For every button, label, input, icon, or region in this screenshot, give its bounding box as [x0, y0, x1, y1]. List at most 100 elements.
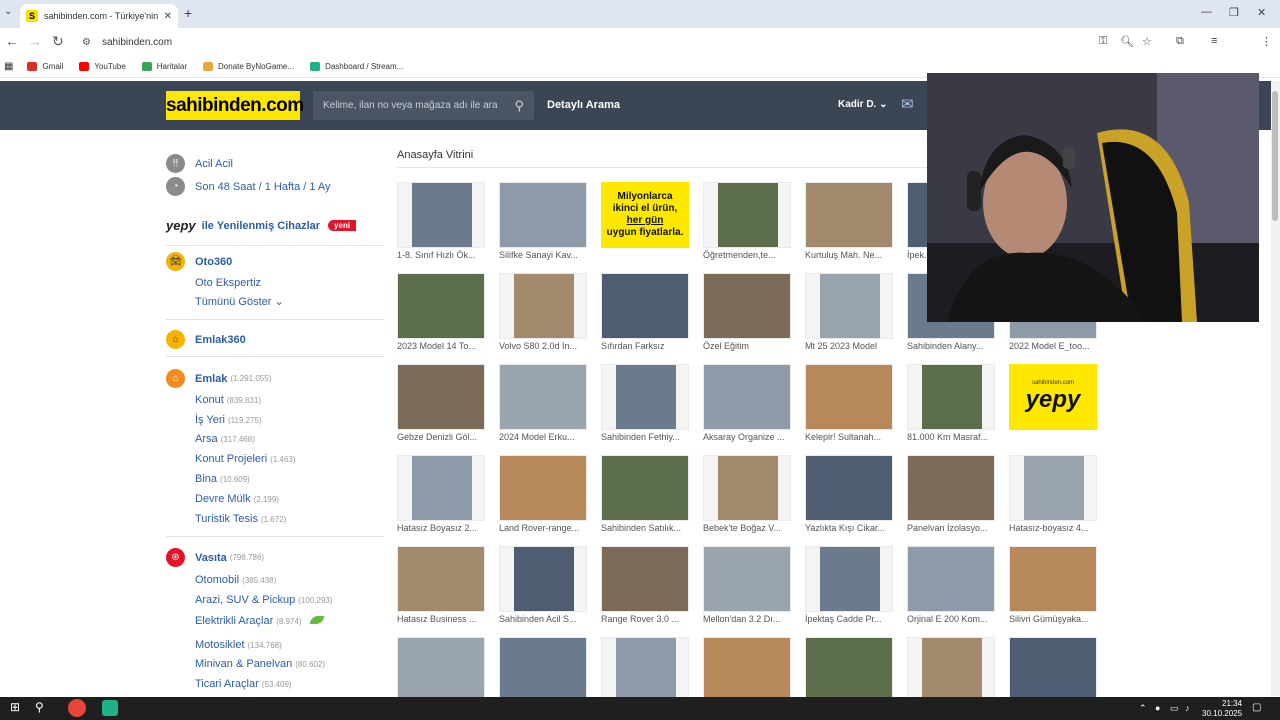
showcase-listing[interactable]: Özel Eğitim	[703, 273, 791, 351]
showcase-listing[interactable]: Hatasız Business ...	[397, 546, 485, 624]
listing-thumbnail[interactable]	[601, 637, 689, 703]
listing-title[interactable]: Gebze Denizli Göl...	[397, 432, 493, 442]
listing-thumbnail[interactable]: Milyonlarca ikinci el ürün, her gün uygun f…	[601, 182, 689, 248]
listing-thumbnail[interactable]	[805, 546, 893, 612]
listing-thumbnail[interactable]	[601, 546, 689, 612]
microphone-icon[interactable]: ●	[1155, 703, 1160, 713]
showcase-listing[interactable]: Range Rover 3.0 ...	[601, 546, 689, 624]
listing-title[interactable]: Mt 25 2023 Model	[805, 341, 901, 351]
listing-thumbnail[interactable]	[397, 182, 485, 248]
tab-search-icon[interactable]: ⌄	[4, 6, 12, 17]
subcategory-elektrikli[interactable]: Elektrikli Araçlar (8.974)	[195, 615, 324, 627]
listing-title[interactable]: Aksaray Organize ...	[703, 432, 799, 442]
showcase-listing[interactable]	[601, 637, 689, 703]
subcategory-arsa[interactable]: Arsa (317.468)	[195, 433, 255, 445]
new-tab-icon[interactable]: +	[184, 5, 192, 21]
listing-title[interactable]: İpektaş Cadde Pr...	[805, 614, 901, 624]
page-scrollbar[interactable]	[1271, 81, 1280, 696]
listing-title[interactable]: Silivri Gümüşyaka...	[1009, 614, 1105, 624]
listing-thumbnail[interactable]	[907, 546, 995, 612]
showcase-listing[interactable]: Mellon'dan 3.2 Dı...	[703, 546, 791, 624]
listing-thumbnail[interactable]	[805, 273, 893, 339]
showcase-listing[interactable]: Land Rover-range...	[499, 455, 587, 533]
show-all-toggle[interactable]: Tümünü Göster ⌄	[195, 295, 284, 308]
listing-thumbnail[interactable]	[499, 455, 587, 521]
recent-listings-link[interactable]: ◔ Son 48 Saat / 1 Hafta / 1 Ay	[166, 177, 331, 196]
listing-thumbnail[interactable]	[397, 455, 485, 521]
bookmark-youtube[interactable]: YouTube	[79, 62, 126, 71]
showcase-listing[interactable]	[907, 637, 995, 703]
oto360-link[interactable]: 🚘︎ Oto360	[166, 252, 232, 271]
showcase-listing[interactable]: Yazlıkta Kışı Cikar...	[805, 455, 893, 533]
extensions-icon[interactable]: ⧉	[1176, 35, 1184, 48]
listing-title[interactable]: Sahibinden Acil S...	[499, 614, 595, 624]
user-menu[interactable]: Kadir D. ⌄	[838, 99, 888, 110]
volume-icon[interactable]: ♪	[1185, 703, 1190, 713]
showcase-listing[interactable]: Milyonlarca ikinci el ürün, her gün uygun f…	[601, 182, 689, 248]
listing-thumbnail[interactable]	[397, 637, 485, 703]
listing-title[interactable]: Hatasız Boyasız 2...	[397, 523, 493, 533]
showcase-listing[interactable]: Öğretmenden,te...	[703, 182, 791, 260]
showcase-listing[interactable]: Sahibinden Fethiy...	[601, 364, 689, 442]
showcase-listing[interactable]: Sıfırdan Farksız	[601, 273, 689, 351]
listing-thumbnail[interactable]	[703, 455, 791, 521]
listing-thumbnail[interactable]	[805, 637, 893, 703]
oto-ekspertiz-link[interactable]: Oto Ekspertiz	[195, 277, 261, 289]
chrome-taskbar-icon[interactable]	[68, 699, 86, 717]
showcase-listing[interactable]: sahibinden.com yepy	[1009, 364, 1097, 430]
notifications-icon[interactable]: ▢	[1252, 702, 1261, 713]
showcase-listing[interactable]: 2024 Model Erku...	[499, 364, 587, 442]
listing-thumbnail[interactable]	[499, 273, 587, 339]
subcategory-isyeri[interactable]: İş Yeri (119.275)	[195, 414, 262, 426]
showcase-listing[interactable]: Hatasız-boyasız 4...	[1009, 455, 1097, 533]
browser-menu-icon[interactable]: ⋮	[1261, 35, 1272, 48]
subcategory-motosiklet[interactable]: Motosiklet (134.768)	[195, 639, 282, 651]
listing-title[interactable]: Volvo S80 2.0d In...	[499, 341, 595, 351]
mail-icon[interactable]: ✉	[901, 95, 914, 113]
sahibinden-logo[interactable]: sahibinden.com	[166, 91, 304, 120]
bookmark-streamlabs[interactable]: Dashboard / Stream...	[310, 62, 403, 71]
category-vasita[interactable]: ⊛ Vasıta (798.786)	[166, 548, 264, 567]
listing-thumbnail[interactable]	[805, 364, 893, 430]
listing-title[interactable]: Sahibinden Satılık...	[601, 523, 697, 533]
tray-chevron-icon[interactable]: ⌃	[1139, 703, 1147, 714]
showcase-listing[interactable]: Hatasız Boyasız 2...	[397, 455, 485, 533]
listing-title[interactable]: Öğretmenden,te...	[703, 250, 799, 260]
bookmark-haritalar[interactable]: Haritalar	[141, 62, 187, 71]
showcase-listing[interactable]: Gebze Denizli Göl...	[397, 364, 485, 442]
network-icon[interactable]: ▭	[1170, 703, 1179, 714]
subcategory-devre-mulk[interactable]: Devre Mülk (2.199)	[195, 493, 279, 505]
listing-thumbnail[interactable]	[499, 637, 587, 703]
listing-thumbnail[interactable]	[1009, 546, 1097, 612]
category-emlak[interactable]: ⌂ Emlak (1.291.055)	[166, 369, 271, 388]
listing-title[interactable]: Özel Eğitim	[703, 341, 799, 351]
reload-icon[interactable]: ↻	[52, 33, 64, 50]
listing-title[interactable]: Land Rover-range...	[499, 523, 595, 533]
showcase-listing[interactable]: Kelepir! Sultanah...	[805, 364, 893, 442]
showcase-listing[interactable]: 1-8. Sınıf Hızlı Ök...	[397, 182, 485, 260]
listing-thumbnail[interactable]	[397, 364, 485, 430]
showcase-listing[interactable]: Sahibinden Satılık...	[601, 455, 689, 533]
listing-title[interactable]: 2023 Model 14 To...	[397, 341, 493, 351]
showcase-listing[interactable]: Volvo S80 2.0d In...	[499, 273, 587, 351]
emlak360-link[interactable]: ⌂ Emlak360	[166, 330, 246, 349]
listing-thumbnail[interactable]	[499, 364, 587, 430]
forward-icon[interactable]: →	[28, 33, 42, 49]
yepy-link[interactable]: yepy ile Yenilenmiş Cihazlar yeni	[166, 218, 357, 233]
listing-thumbnail[interactable]	[1009, 455, 1097, 521]
listing-title[interactable]: Silifke Sanayi Kav...	[499, 250, 595, 260]
listing-title[interactable]: Hatasız-boyasız 4...	[1009, 523, 1105, 533]
listing-title[interactable]: Range Rover 3.0 ...	[601, 614, 697, 624]
listing-title[interactable]: Kelepir! Sultanah...	[805, 432, 901, 442]
showcase-listing[interactable]: Bebek'te Boğaz V...	[703, 455, 791, 533]
address-bar[interactable]: ⚙ sahibinden.com	[76, 31, 1166, 53]
showcase-listing[interactable]	[805, 637, 893, 703]
listing-thumbnail[interactable]	[907, 455, 995, 521]
subcategory-minivan[interactable]: Minivan & Panelvan (80.602)	[195, 658, 325, 670]
listing-title[interactable]: 2022 Model E_too...	[1009, 341, 1105, 351]
showcase-listing[interactable]: Orjinal E 200 Kom...	[907, 546, 995, 624]
showcase-listing[interactable]: 2023 Model 14 To...	[397, 273, 485, 351]
bookmark-gmail[interactable]: Gmail	[27, 62, 63, 71]
listing-thumbnail[interactable]	[907, 637, 995, 703]
subcategory-bina[interactable]: Bina (10.609)	[195, 473, 250, 485]
